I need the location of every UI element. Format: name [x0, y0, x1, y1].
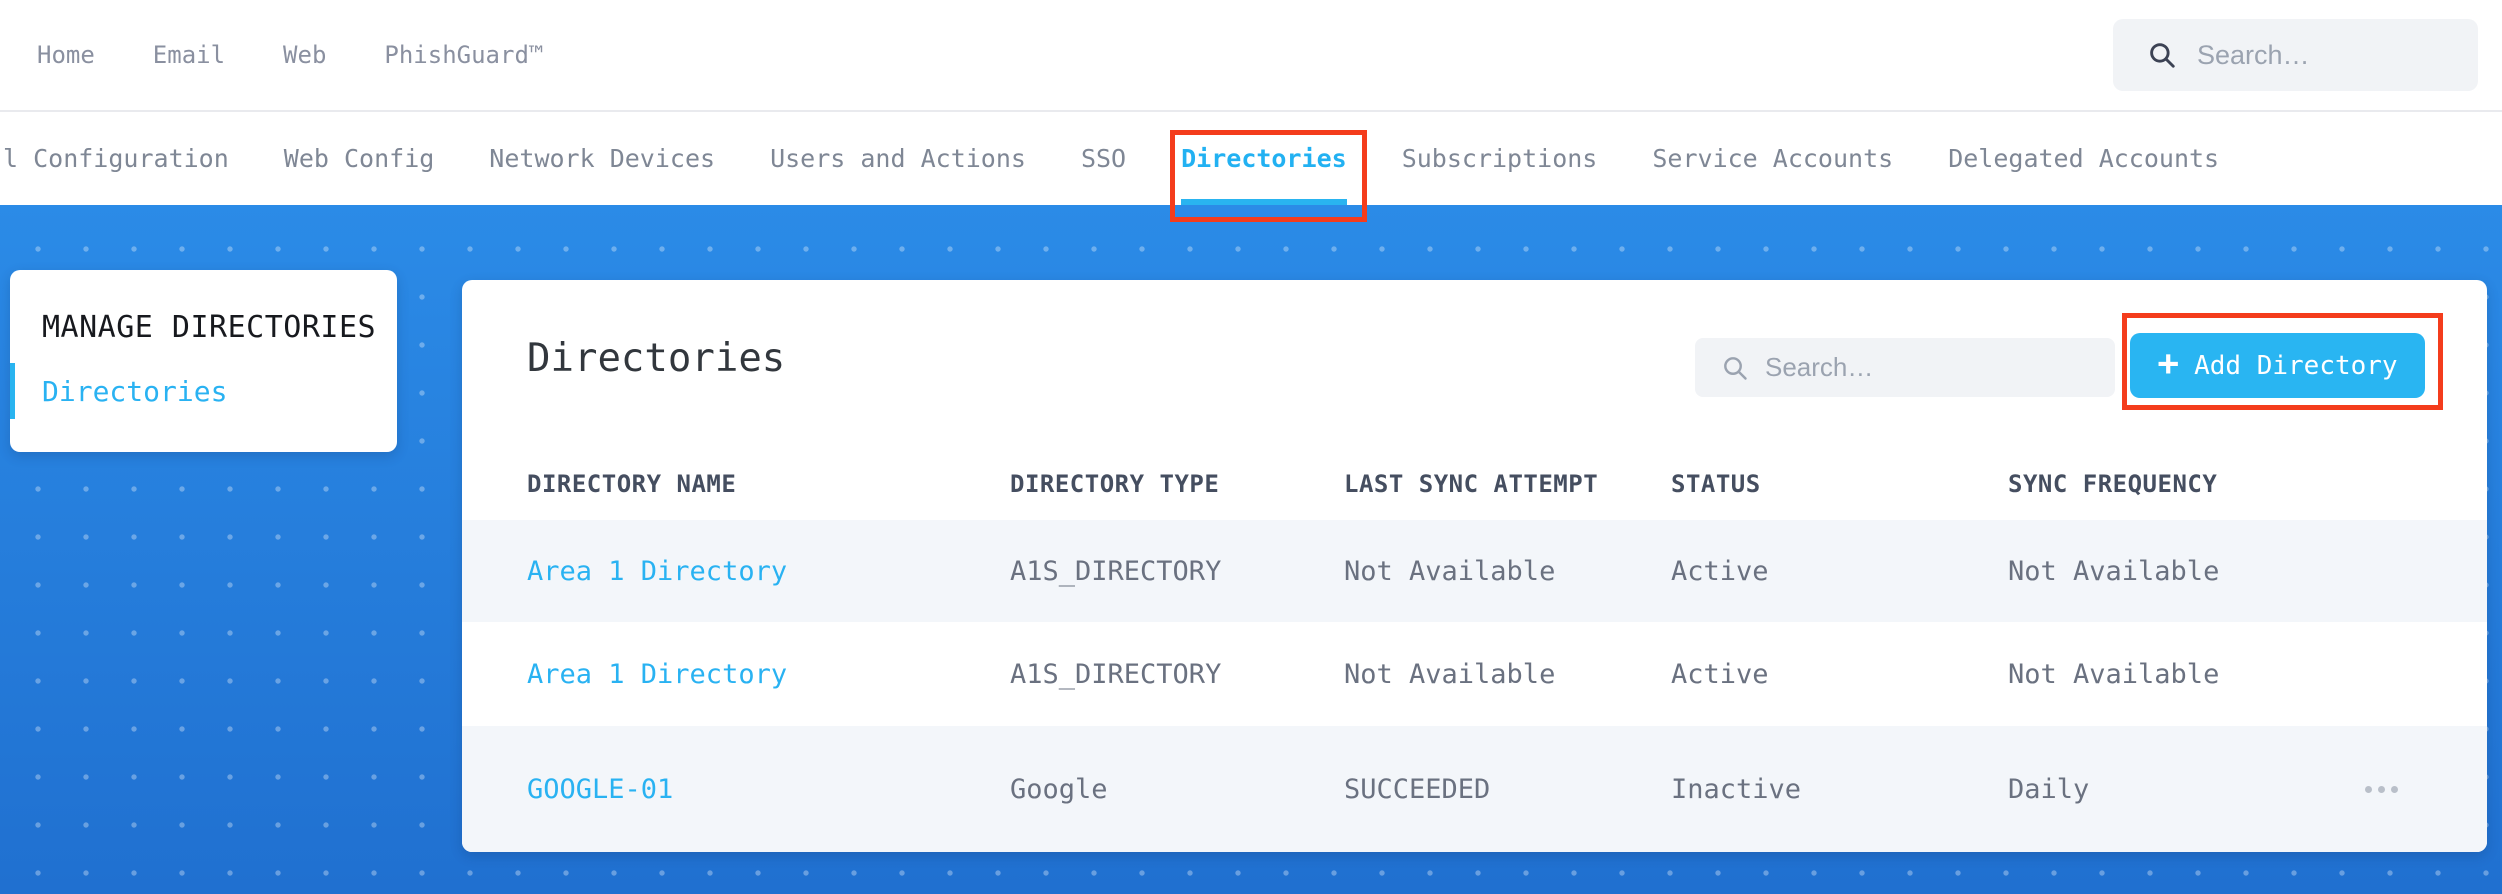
global-search[interactable]	[2113, 19, 2478, 91]
sidebar-item-label: Directories	[42, 374, 228, 408]
tab-users-and-actions[interactable]: Users and Actions	[770, 112, 1026, 205]
add-directory-label: Add Directory	[2194, 350, 2398, 381]
plus-icon: +	[2157, 342, 2180, 384]
manage-directories-card: MANAGE DIRECTORIES Directories	[10, 270, 397, 452]
status-cell: Active	[1671, 555, 1769, 587]
last-sync-cell: SUCCEEDED	[1344, 773, 1491, 805]
last-sync-cell: Not Available	[1344, 658, 1556, 690]
nav-item-email[interactable]: Email	[153, 41, 225, 69]
settings-tabs: l Configuration Web Config Network Devic…	[0, 112, 2502, 205]
directories-search[interactable]	[1695, 338, 2115, 397]
primary-nav: Home Email Web PhishGuard™	[37, 41, 543, 69]
tab-delegated-accounts[interactable]: Delegated Accounts	[1948, 112, 2219, 205]
directories-search-input[interactable]	[1763, 351, 2099, 384]
tab-network-devices[interactable]: Network Devices	[489, 112, 715, 205]
nav-item-web[interactable]: Web	[283, 41, 326, 69]
column-header-directory-name: DIRECTORY NAME	[527, 470, 737, 498]
directory-name-link[interactable]: Area 1 Directory	[527, 556, 1010, 587]
topbar: Home Email Web PhishGuard™	[0, 0, 2502, 112]
nav-item-home[interactable]: Home	[37, 41, 95, 69]
sync-frequency-cell: Daily	[2008, 773, 2090, 805]
status-cell: Inactive	[1671, 773, 1802, 805]
global-search-input[interactable]	[2195, 38, 2458, 72]
column-header-last-sync-attempt: LAST SYNC ATTEMPT	[1344, 470, 1599, 498]
tab-email-configuration[interactable]: l Configuration	[3, 112, 229, 205]
page-title: Directories	[527, 336, 786, 381]
sync-frequency-cell: Not Available	[2008, 555, 2220, 587]
directories-panel: Directories + Add Directory DIRECTORY NA…	[462, 280, 2487, 852]
directory-name-link[interactable]: GOOGLE-01	[527, 774, 1010, 805]
sync-frequency-cell: Not Available	[2008, 658, 2220, 690]
search-icon	[2147, 40, 2177, 70]
sidebar-item-directories[interactable]: Directories	[10, 363, 397, 419]
status-cell: Active	[1671, 658, 1769, 690]
directory-type-cell: A1S_DIRECTORY	[1010, 555, 1222, 587]
content-area: MANAGE DIRECTORIES Directories Directori…	[0, 205, 2502, 894]
tab-directories[interactable]: Directories	[1181, 112, 1347, 205]
column-header-status: STATUS	[1671, 470, 1761, 498]
active-indicator-bar	[10, 363, 15, 419]
table-row: Area 1 Directory A1S_DIRECTORY Not Avail…	[462, 520, 2487, 622]
sidebar-heading: MANAGE DIRECTORIES	[42, 310, 377, 345]
directory-type-cell: Google	[1010, 773, 1108, 805]
column-header-directory-type: DIRECTORY TYPE	[1010, 470, 1220, 498]
table-header-row: DIRECTORY NAME DIRECTORY TYPE LAST SYNC …	[462, 448, 2487, 520]
directory-name-link[interactable]: Area 1 Directory	[527, 659, 1010, 690]
panel-header: Directories + Add Directory	[462, 280, 2487, 448]
tab-sso[interactable]: SSO	[1081, 112, 1126, 205]
tab-service-accounts[interactable]: Service Accounts	[1652, 112, 1893, 205]
last-sync-cell: Not Available	[1344, 555, 1556, 587]
row-actions-ellipsis-icon[interactable]	[2365, 785, 2398, 793]
table-row: Area 1 Directory A1S_DIRECTORY Not Avail…	[462, 622, 2487, 726]
tab-web-config[interactable]: Web Config	[284, 112, 435, 205]
directory-type-cell: A1S_DIRECTORY	[1010, 658, 1222, 690]
tab-subscriptions[interactable]: Subscriptions	[1402, 112, 1598, 205]
add-directory-button[interactable]: + Add Directory	[2130, 333, 2425, 398]
table-row: GOOGLE-01 Google SUCCEEDED Inactive Dail…	[462, 726, 2487, 852]
column-header-sync-frequency: SYNC FREQUENCY	[2008, 470, 2218, 498]
nav-item-phishguard[interactable]: PhishGuard™	[384, 41, 543, 69]
search-icon	[1721, 354, 1749, 382]
